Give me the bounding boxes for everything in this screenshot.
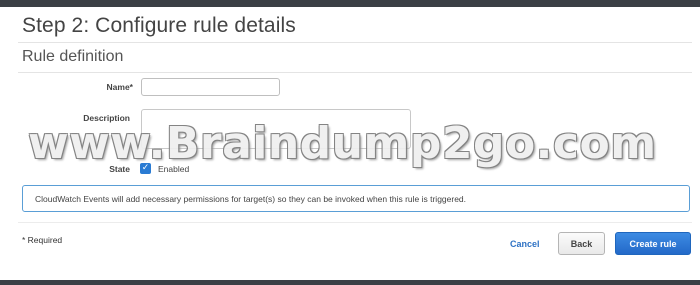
section-divider (18, 72, 692, 73)
required-note: * Required (22, 235, 63, 245)
footer-divider (18, 222, 692, 223)
state-enabled-checkbox[interactable]: ✓ (140, 163, 151, 174)
back-button[interactable]: Back (558, 232, 605, 255)
cancel-button[interactable]: Cancel (510, 239, 540, 249)
permissions-info-box: CloudWatch Events will add necessary per… (22, 185, 690, 212)
name-input[interactable] (141, 78, 280, 96)
checkmark-icon: ✓ (141, 163, 150, 173)
state-enabled-label: Enabled (158, 164, 190, 174)
description-label: Description (83, 113, 130, 123)
title-divider (18, 42, 692, 43)
create-rule-button[interactable]: Create rule (615, 232, 691, 255)
state-label: State (109, 164, 130, 174)
page-title: Step 2: Configure rule details (22, 14, 296, 37)
name-label: Name* (106, 82, 133, 92)
description-textarea[interactable] (141, 109, 411, 149)
top-bar (0, 0, 700, 7)
permissions-info-text: CloudWatch Events will add necessary per… (35, 194, 467, 204)
section-title: Rule definition (22, 48, 124, 65)
bottom-bar (0, 280, 700, 285)
